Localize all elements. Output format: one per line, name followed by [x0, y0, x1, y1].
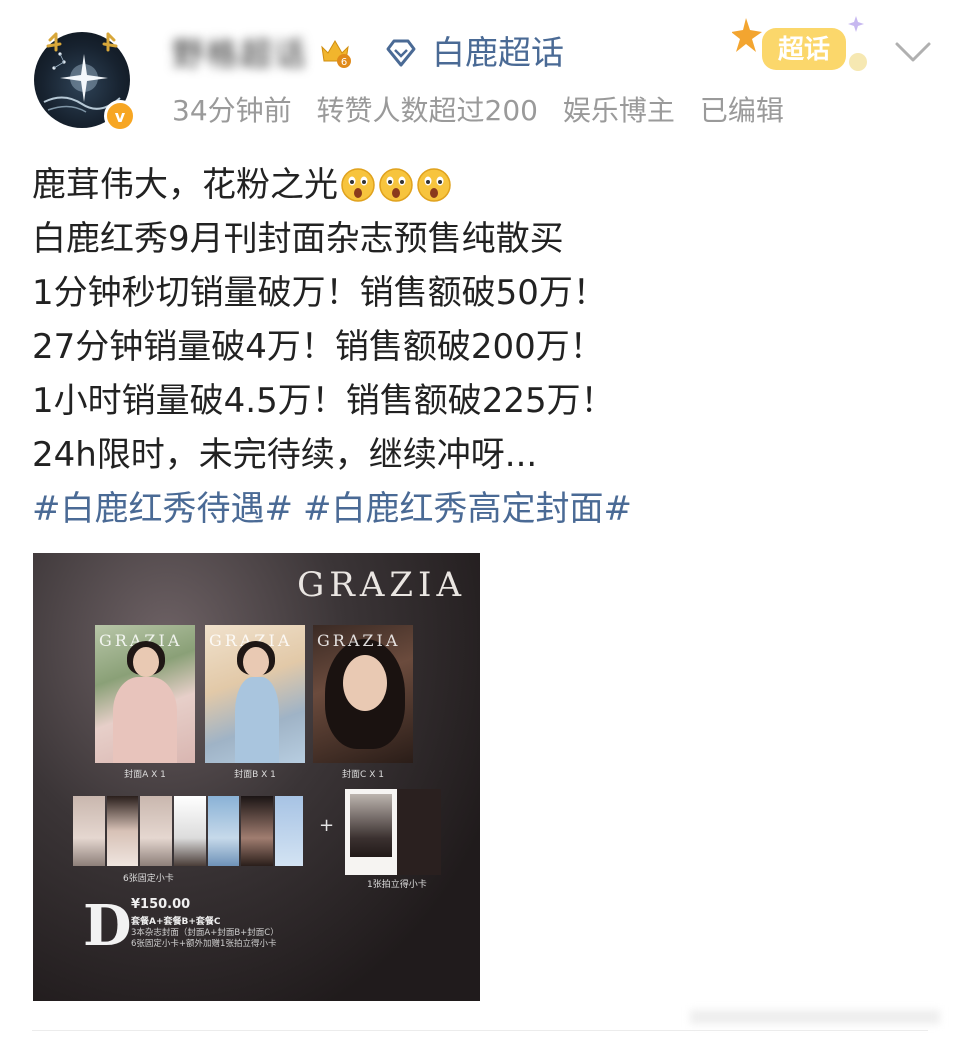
- package-desc-line: 3本杂志封面（封面A+封面B+封面C）: [131, 928, 279, 938]
- hashtag-row: #白鹿红秀待遇# #白鹿红秀高定封面#: [32, 482, 932, 536]
- surprised-face-emoji-icon: [417, 168, 451, 202]
- package-letter: D: [83, 893, 132, 959]
- cover-label: 封面C X 1: [342, 770, 384, 780]
- svg-text:6: 6: [341, 57, 347, 68]
- username-text[interactable]: 野格超话: [172, 29, 308, 75]
- author-category: 娱乐博主: [562, 94, 675, 127]
- package-price: ¥150.00: [131, 897, 191, 912]
- magazine-brand: GRAZIA: [297, 565, 466, 605]
- post-line: 24h限时，未完待续，继续冲呀...: [32, 435, 538, 475]
- edited-label[interactable]: 已编辑: [700, 94, 784, 127]
- post-time: 34分钟前: [172, 94, 292, 127]
- post-line-text: 鹿茸伟大，花粉之光: [32, 165, 338, 205]
- repost-like-count: 转赞人数超过200: [316, 94, 538, 127]
- post-line: 白鹿红秀9月刊封面杂志预售纯散买: [32, 219, 564, 259]
- surprised-face-emoji-icon: [341, 168, 375, 202]
- polaroid-card: [345, 789, 397, 875]
- cover-label: 封面A X 1: [124, 770, 166, 780]
- crown-level-icon: 6: [321, 40, 352, 68]
- cover-b-image: GRAZIA: [205, 625, 305, 763]
- username[interactable]: 野格超话 6: [172, 30, 352, 74]
- polaroid-label: 1张拍立得小卡: [367, 880, 427, 890]
- post-content: 鹿茸伟大，花粉之光 白鹿红秀9月刊封面杂志预售纯散买 1分钟秒切销量破万！销售额…: [32, 158, 932, 536]
- supertopic-link[interactable]: 白鹿超话: [432, 30, 564, 76]
- cover-label: 封面B X 1: [234, 770, 276, 780]
- package-description: 套餐A+套餐B+套餐C 3本杂志封面（封面A+封面B+封面C） 6张固定小卡+额…: [131, 917, 279, 950]
- cover-masthead: GRAZIA: [317, 631, 401, 650]
- svg-text:超话: 超话: [778, 35, 830, 65]
- photo-card: [140, 796, 173, 866]
- plus-sign: +: [319, 815, 335, 836]
- divider: [32, 1030, 928, 1031]
- photo-card: [241, 796, 274, 866]
- photo-cards: [73, 796, 305, 866]
- photo-card: [275, 796, 303, 866]
- hashtag-link[interactable]: #白鹿红秀待遇#: [32, 482, 293, 536]
- package-desc-line: 套餐A+套餐B+套餐C: [131, 917, 221, 927]
- chevron-down-icon[interactable]: [893, 40, 933, 66]
- blurred-watermark: [690, 1010, 940, 1024]
- hashtag-link[interactable]: #白鹿红秀高定封面#: [303, 482, 632, 536]
- post-line: 1小时销量破4.5万！销售额破225万！: [32, 381, 615, 421]
- polaroid-card-back: [397, 789, 441, 875]
- post-line: 鹿茸伟大，花粉之光: [32, 158, 932, 212]
- cards-label: 6张固定小卡: [123, 874, 174, 884]
- chaohua-badge[interactable]: 超话: [732, 10, 872, 80]
- cover-a-image: GRAZIA: [95, 625, 195, 763]
- supertopic-diamond-icon: [386, 39, 416, 67]
- post-line: 1分钟秒切销量破万！销售额破50万！: [32, 273, 607, 313]
- post-image[interactable]: GRAZIA GRAZIA GRAZIA GRAZIA 封面A X 1 封面B …: [33, 553, 480, 1001]
- photo-card: [106, 796, 139, 866]
- photo-card: [174, 796, 206, 866]
- photo-card: [207, 796, 240, 866]
- surprised-face-emoji-icon: [379, 168, 413, 202]
- cover-c-image: GRAZIA: [313, 625, 413, 763]
- package-desc-line: 6张固定小卡+额外加赠1张拍立得小卡: [131, 939, 277, 949]
- photo-card: [73, 796, 105, 866]
- post-line: 27分钟销量破4万！销售额破200万！: [32, 327, 604, 367]
- post-meta: 34分钟前 转赞人数超过200 娱乐博主 已编辑: [172, 90, 800, 132]
- verified-badge-icon: v: [104, 100, 136, 132]
